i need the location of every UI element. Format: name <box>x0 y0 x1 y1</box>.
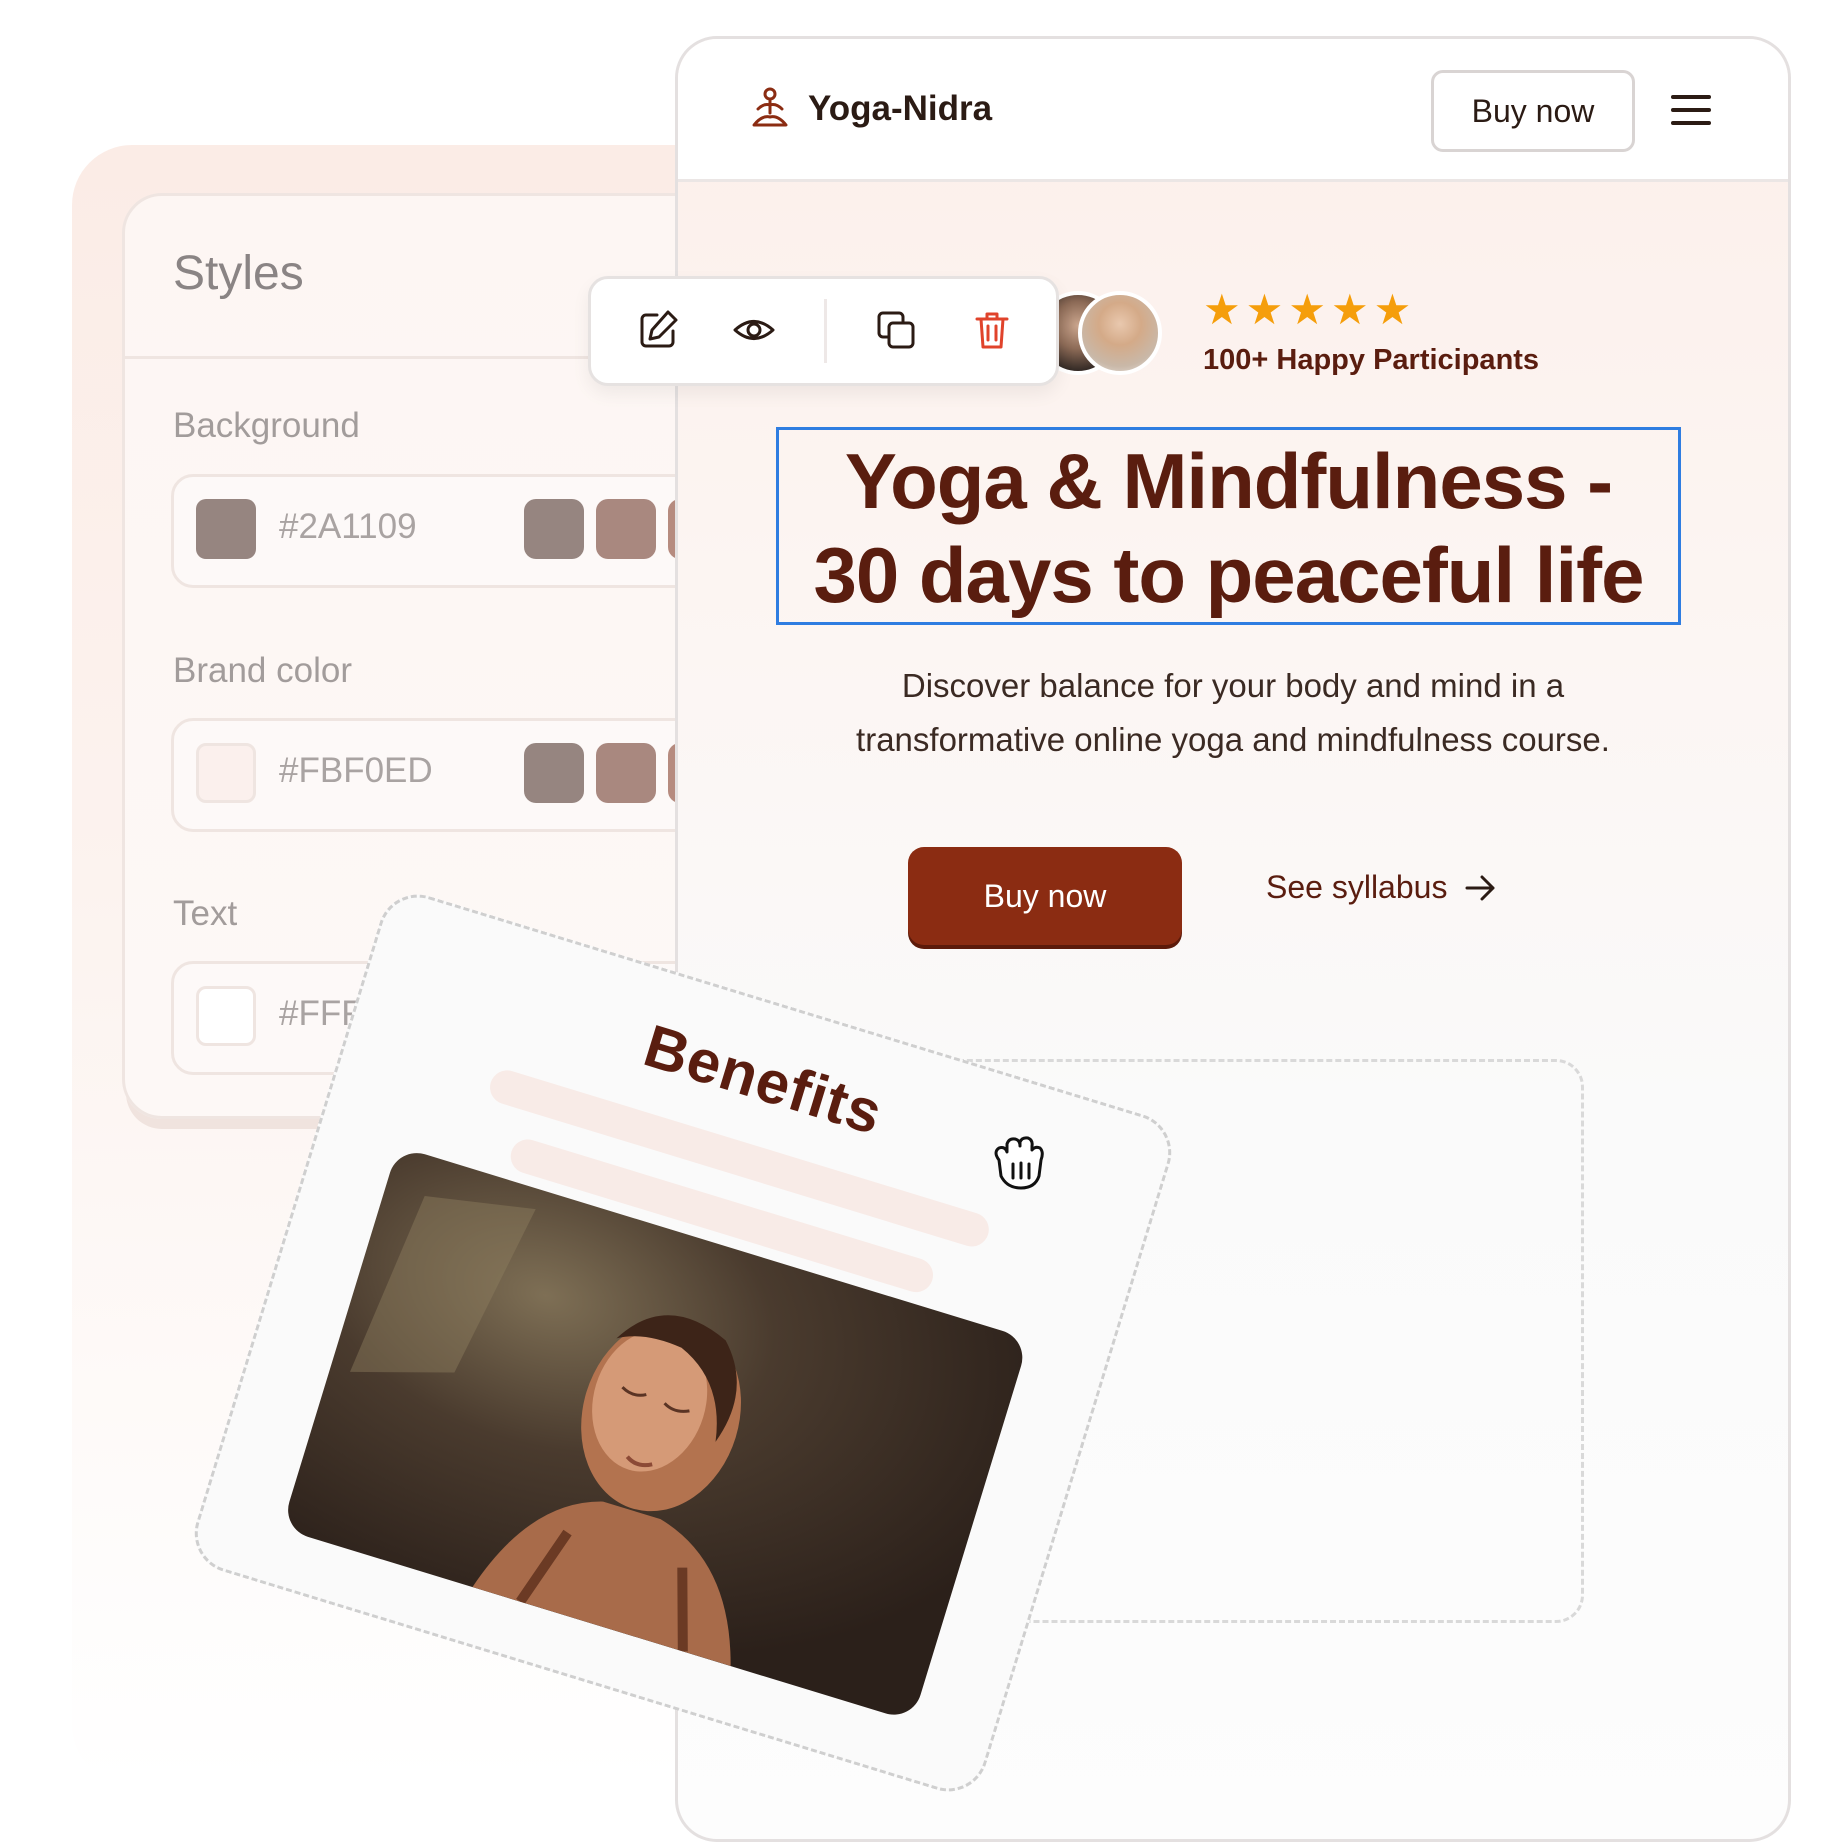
avatar <box>1078 291 1162 375</box>
hero-subtitle: Discover balance for your body and mind … <box>738 659 1728 767</box>
see-syllabus-link[interactable]: See syllabus <box>1266 869 1497 906</box>
preset-swatch[interactable] <box>524 499 584 559</box>
star-icon: ★ <box>1330 286 1369 333</box>
headline-line: Yoga & Mindfulness - <box>844 437 1613 525</box>
star-icon: ★ <box>1373 286 1412 333</box>
rating-stars: ★ ★ ★ ★ ★ <box>1203 289 1411 331</box>
brand-color-label: Brand color <box>173 651 352 690</box>
subtitle-line: Discover balance for your body and mind … <box>901 667 1565 704</box>
brand-name[interactable]: Yoga-Nidra <box>808 89 992 129</box>
star-icon: ★ <box>1203 286 1241 333</box>
text-color-label: Text <box>173 894 238 933</box>
headline-line: 30 days to peaceful life <box>813 531 1644 619</box>
element-toolbar <box>588 276 1059 386</box>
star-icon: ★ <box>1288 286 1326 333</box>
hamburger-menu-icon[interactable] <box>1671 95 1713 125</box>
see-syllabus-label: See syllabus <box>1266 869 1448 905</box>
header-buy-button[interactable]: Buy now <box>1431 70 1635 152</box>
subtitle-line: transformative online yoga and mindfulne… <box>856 721 1610 758</box>
grab-hand-cursor-icon <box>994 1136 1044 1190</box>
trash-icon[interactable] <box>969 307 1015 353</box>
buy-now-button[interactable]: Buy now <box>908 847 1182 945</box>
text-color-swatch[interactable] <box>196 986 256 1046</box>
toolbar-separator <box>824 299 827 363</box>
preset-swatch[interactable] <box>524 743 584 803</box>
page-title[interactable]: Yoga & Mindfulness - 30 days to peaceful… <box>779 434 1678 622</box>
brand-color-value[interactable]: #FBF0ED <box>279 751 433 791</box>
preset-swatch[interactable] <box>596 743 656 803</box>
yoga-logo-icon <box>752 87 788 127</box>
styles-panel-title: Styles <box>173 247 304 300</box>
preset-swatch[interactable] <box>596 499 656 559</box>
selected-headline[interactable]: Yoga & Mindfulness - 30 days to peaceful… <box>776 427 1681 625</box>
eye-icon[interactable] <box>731 307 777 353</box>
participants-count: 100+ Happy Participants <box>1203 344 1540 376</box>
background-color-value[interactable]: #2A1109 <box>279 507 417 547</box>
background-label: Background <box>173 406 360 445</box>
brand-color-swatch[interactable] <box>196 743 256 803</box>
edit-icon[interactable] <box>635 307 681 353</box>
site-header: Yoga-Nidra Buy now <box>678 39 1788 182</box>
arrow-right-icon <box>1465 875 1495 900</box>
background-swatch[interactable] <box>196 499 256 559</box>
star-icon: ★ <box>1245 286 1284 333</box>
duplicate-icon[interactable] <box>873 307 919 353</box>
